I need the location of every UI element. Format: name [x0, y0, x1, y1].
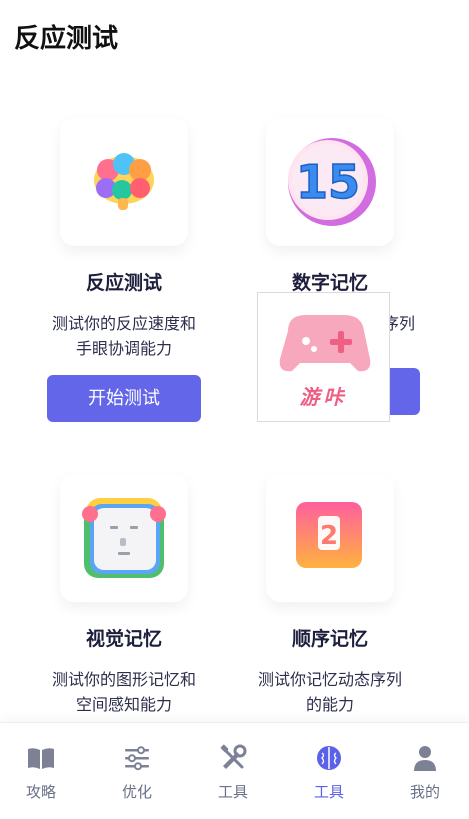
card-title: 数字记忆: [291, 272, 368, 294]
book-icon: [26, 743, 56, 773]
tab-label: 我的: [409, 783, 440, 801]
tab-tools-active[interactable]: 工具: [294, 743, 364, 802]
card-title: 顺序记忆: [291, 628, 368, 650]
tab-guide[interactable]: 攻略: [6, 743, 76, 802]
page-title: 反应测试: [14, 24, 119, 54]
card-title: 视觉记忆: [85, 628, 162, 650]
bottom-tab-bar: 攻略 优化 工具 工具 我的: [0, 722, 469, 819]
sliders-icon: [122, 743, 152, 773]
sequence-memory-card: 2 顺序记忆 测试你记忆动态序列 的能力: [230, 474, 430, 717]
user-icon: [410, 743, 440, 773]
start-test-button[interactable]: 开始测试: [47, 375, 201, 422]
tab-profile[interactable]: 我的: [390, 743, 460, 802]
number-badge-illustration: 15: [266, 118, 394, 246]
tab-label: 工具: [313, 783, 344, 801]
overlay-logo-text: 游咔: [299, 385, 348, 409]
card-description: 测试你记忆动态序列 的能力: [257, 670, 402, 714]
visual-memory-card: 视觉记忆 测试你的图形记忆和 空间感知能力: [24, 474, 224, 717]
badge-number-text: 15: [296, 155, 360, 209]
reaction-test-card: 反应测试 测试你的反应速度和 手眼协调能力 开始测试: [24, 118, 224, 422]
tab-optimize[interactable]: 优化: [102, 743, 172, 802]
tab-label: 优化: [121, 783, 152, 801]
brain-illustration: [60, 118, 188, 246]
number-tile-illustration: 2: [266, 474, 394, 602]
card-description: 测试你的反应速度和 手眼协调能力: [51, 314, 196, 358]
tab-label: 工具: [217, 783, 248, 801]
card-description: 测试你的图形记忆和 空间感知能力: [51, 670, 196, 714]
tab-tools[interactable]: 工具: [198, 743, 268, 802]
tools-icon: [218, 743, 248, 773]
gamepad-icon: [279, 315, 371, 372]
tab-label: 攻略: [25, 783, 56, 801]
face-cube-illustration: [60, 474, 188, 602]
card-title: 反应测试: [85, 272, 162, 294]
brain-icon: [314, 743, 344, 773]
tile-number-text: 2: [320, 521, 338, 551]
app-logo-overlay[interactable]: 游咔: [257, 292, 390, 422]
